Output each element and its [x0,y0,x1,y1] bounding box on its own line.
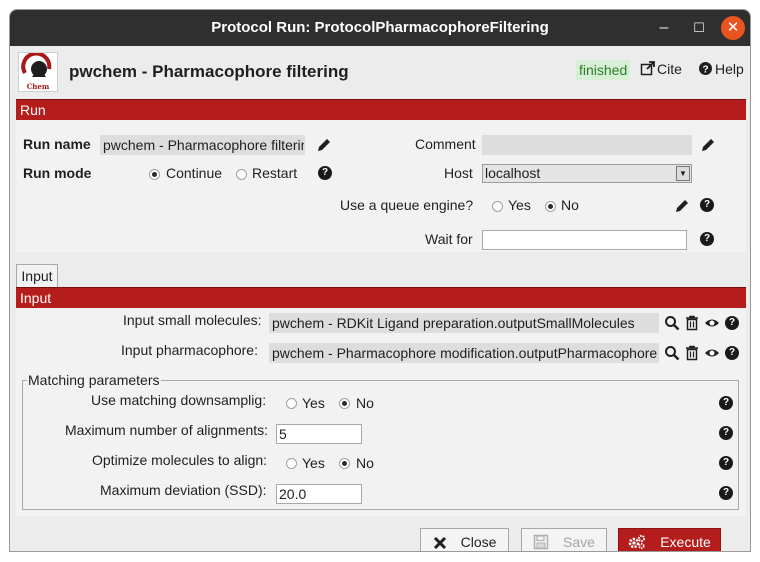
edit-comment-pencil-icon[interactable] [700,137,716,153]
trash-icon[interactable] [684,315,700,331]
logo-icon [21,53,52,77]
execute-button-label: Execute [660,534,711,550]
close-button-label: Close [460,534,497,550]
help-circle-icon: ? [699,62,712,76]
wait-for-help-icon[interactable]: ? [700,232,714,246]
search-icon[interactable] [664,345,680,361]
help-link[interactable]: ? Help [698,61,744,77]
optimize-yes-label: Yes [302,455,325,471]
max-deviation-field[interactable]: 20.0 [276,484,362,504]
status-badge: finished [576,60,631,80]
run-mode-help-icon[interactable]: ? [318,166,332,180]
comment-label: Comment [415,136,476,152]
run-mode-continue-radio[interactable] [149,169,160,180]
downsampling-yes-radio[interactable] [286,398,297,409]
tab-input[interactable]: Input [16,264,58,287]
downsampling-yes-label: Yes [302,395,325,411]
edit-pencil-icon[interactable] [316,137,332,153]
queue-label: Use a queue engine? [340,197,474,213]
eye-icon[interactable] [704,315,720,331]
optimize-label: Optimize molecules to align: [92,452,268,468]
input-small-molecules-label: Input small molecules: [123,312,262,328]
gears-icon [628,534,646,550]
run-section-header: Run [16,99,746,120]
optimize-help-icon[interactable]: ? [719,456,733,470]
queue-no-radio[interactable] [545,201,556,212]
title-bar[interactable]: Protocol Run: ProtocolPharmacophoreFilte… [10,10,750,46]
downsampling-label: Use matching downsamplig: [91,392,267,408]
dialog-content: Chem pwchem - Pharmacophore filtering fi… [10,46,750,551]
save-button[interactable]: Save [521,528,607,551]
cite-link[interactable]: Cite [640,61,682,77]
downsampling-help-icon[interactable]: ? [719,396,733,410]
run-name-field[interactable]: pwchem - Pharmacophore filtering [100,135,305,155]
small-molecules-help-icon[interactable]: ? [725,316,739,330]
cite-label: Cite [657,61,682,77]
max-alignments-field[interactable]: 5 [276,424,362,444]
pharmacophore-help-icon[interactable]: ? [725,346,739,360]
chevron-down-icon[interactable]: ▼ [676,166,690,181]
protocol-run-window: Protocol Run: ProtocolPharmacophoreFilte… [9,9,751,552]
execute-button[interactable]: Execute [618,528,721,551]
comment-field[interactable] [482,135,692,155]
wait-for-label: Wait for [425,231,473,247]
wait-for-field[interactable] [482,230,687,250]
optimize-yes-radio[interactable] [286,458,297,469]
host-value: localhost [485,165,541,181]
input-small-molecules-field[interactable]: pwchem - RDKit Ligand preparation.output… [269,313,659,333]
queue-help-icon[interactable]: ? [700,198,714,212]
queue-yes-label: Yes [508,197,531,213]
max-alignments-help-icon[interactable]: ? [719,426,733,440]
close-icon[interactable]: ✕ [721,16,745,40]
max-deviation-help-icon[interactable]: ? [719,486,733,500]
save-button-label: Save [563,534,595,550]
input-pharmacophore-field[interactable]: pwchem - Pharmacophore modification.outp… [269,343,659,363]
window-title: Protocol Run: ProtocolPharmacophoreFilte… [211,19,549,36]
search-icon[interactable] [664,315,680,331]
external-link-icon [640,61,655,76]
optimize-no-label: No [356,455,374,471]
host-select[interactable]: localhost ▼ [482,164,692,183]
max-deviation-label: Maximum deviation (SSD): [100,482,267,498]
protocol-name: pwchem - Pharmacophore filtering [69,62,349,81]
scipion-chem-logo: Chem [18,52,58,92]
run-mode-restart-radio[interactable] [236,169,247,180]
maximize-icon[interactable]: ☐ [687,16,711,40]
trash-icon[interactable] [684,345,700,361]
run-name-label: Run name [23,136,91,152]
run-mode-label: Run mode [23,165,92,181]
downsampling-no-label: No [356,395,374,411]
logo-text: Chem [26,82,50,91]
svg-text:?: ? [702,65,708,76]
run-mode-restart-label: Restart [252,165,298,181]
input-section-header: Input [16,287,746,308]
run-panel: Run name pwchem - Pharmacophore filterin… [16,120,746,252]
close-button[interactable]: Close [420,528,509,551]
max-alignments-label: Maximum number of alignments: [65,422,269,438]
input-pharmacophore-label: Input pharmacophore: [121,342,258,358]
floppy-disk-icon [533,534,549,550]
minimize-icon[interactable]: – [652,16,676,40]
run-mode-continue-label: Continue [166,165,223,181]
queue-no-label: No [561,197,579,213]
queue-yes-radio[interactable] [492,201,503,212]
downsampling-no-radio[interactable] [339,398,350,409]
x-close-icon [433,536,446,550]
help-label: Help [715,61,744,77]
edit-queue-pencil-icon[interactable] [674,198,690,214]
optimize-no-radio[interactable] [339,458,350,469]
eye-icon[interactable] [704,345,720,361]
host-label: Host [444,165,473,181]
matching-parameters-legend: Matching parameters [27,372,161,388]
